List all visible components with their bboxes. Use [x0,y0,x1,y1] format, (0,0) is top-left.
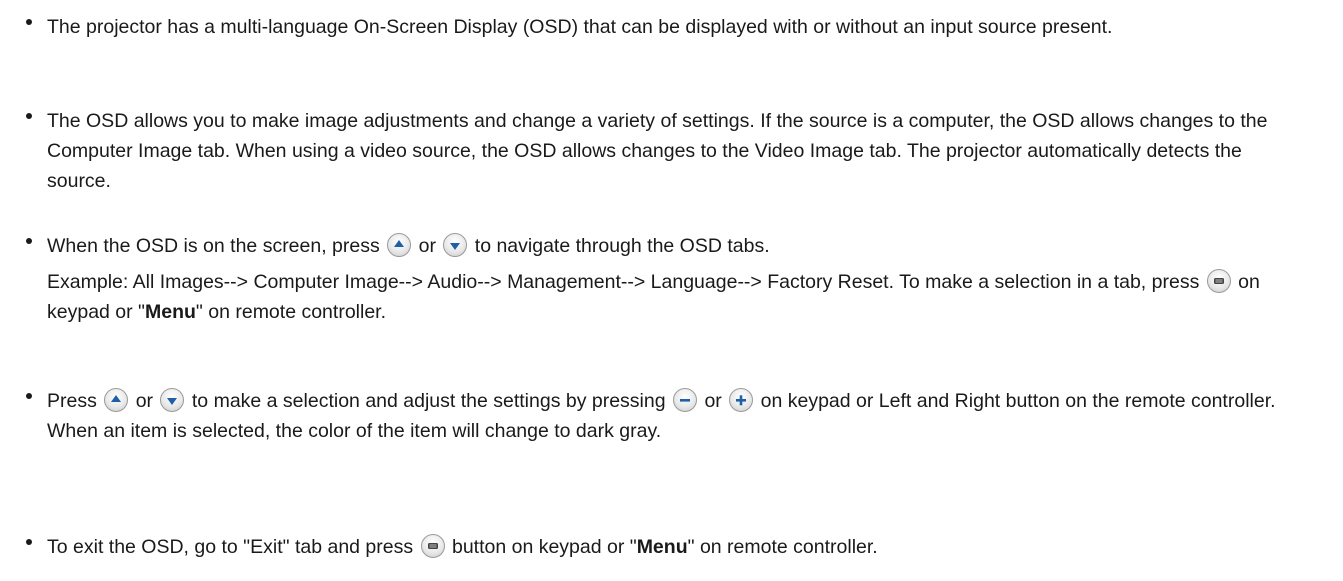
up-arrow-icon [104,387,129,412]
item-text-block: Press or to make a selection and adjust … [47,386,1300,446]
list-item: The OSD allows you to make image adjustm… [0,106,1300,196]
minus-icon [673,387,698,412]
bullet [23,12,35,35]
item-text: button on keypad or " [451,536,637,558]
item-text: or [704,390,722,412]
menu-label: Menu [636,536,688,558]
up-arrow-icon [387,232,412,257]
item-text: or [135,390,154,412]
down-arrow-icon [160,387,185,412]
bullet [23,106,35,129]
item-text: When the OSD is on the screen, press [47,235,380,257]
item-text: to make a selection and adjust the setti… [191,390,666,412]
plus-icon [729,387,754,412]
item-text: Press [47,390,97,412]
bullet [23,231,35,254]
item-text-block: When the OSD is on the screen, press or … [47,231,1300,327]
menu-label: Menu [144,301,196,323]
item-text-block: To exit the OSD, go to "Exit" tab and pr… [47,532,1300,562]
example-text: Example: All Images--> Computer Image-->… [47,271,1200,293]
bullet [23,532,35,555]
item-text: The OSD allows you to make image adjustm… [47,110,1268,192]
item-text: " on remote controller. [195,301,387,323]
list-item: The projector has a multi-language On-Sc… [0,12,1300,42]
list-item: To exit the OSD, go to "Exit" tab and pr… [0,532,1300,562]
item-text: to navigate through the OSD tabs. [474,235,770,257]
menu-button-icon [420,533,445,558]
list-item: Press or to make a selection and adjust … [0,386,1300,446]
item-text: To exit the OSD, go to "Exit" tab and pr… [47,536,414,558]
list-item: When the OSD is on the screen, press or … [0,231,1300,327]
item-text: or [418,235,436,257]
item-text: " on remote controller. [687,536,878,558]
item-text: The projector has a multi-language On-Sc… [47,16,1113,38]
menu-button-icon [1206,268,1231,293]
down-arrow-icon [443,232,468,257]
bullet [23,386,35,409]
